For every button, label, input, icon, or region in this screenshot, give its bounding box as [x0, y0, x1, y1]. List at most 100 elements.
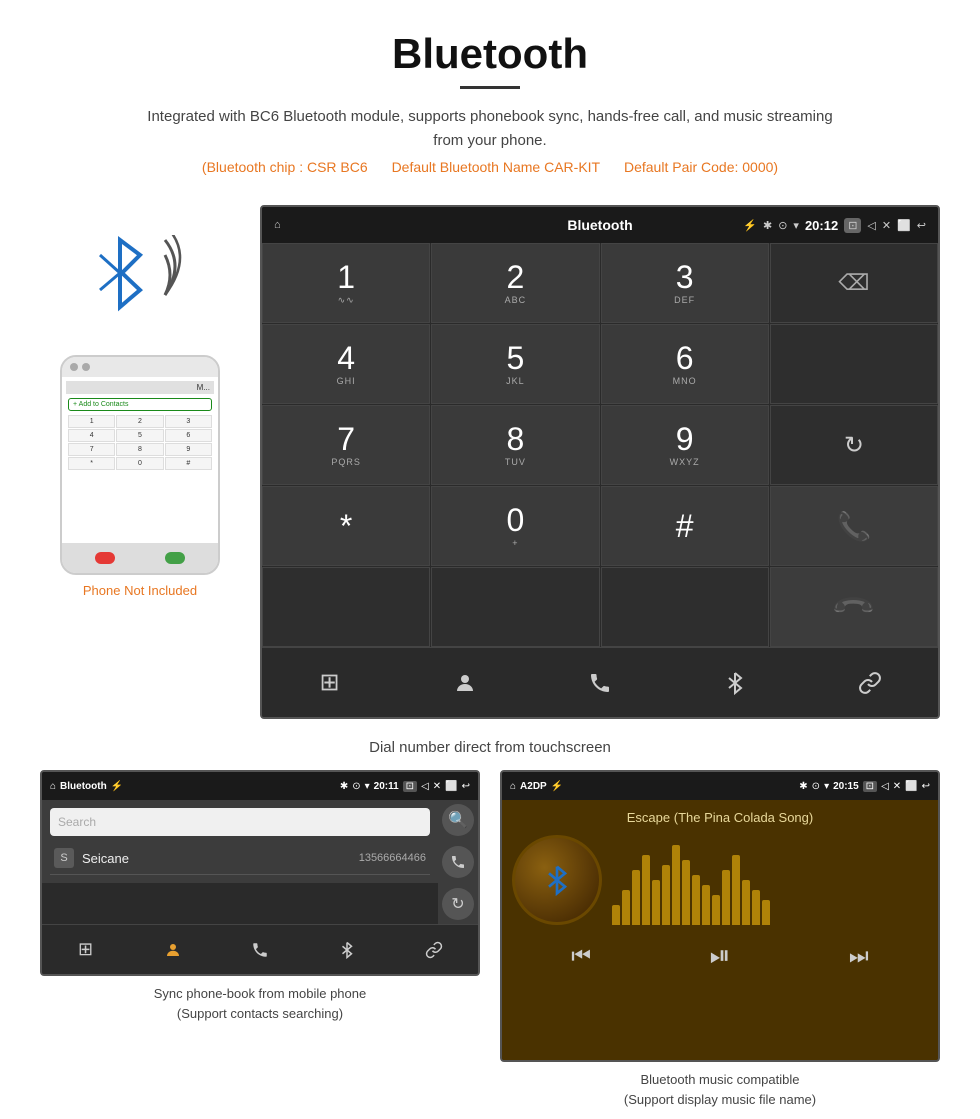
dial-empty-1: [770, 324, 938, 404]
ms-title: A2DP: [520, 781, 547, 792]
pb-back-icon: ↩: [462, 781, 470, 792]
side-reload-btn[interactable]: ↻: [442, 888, 474, 920]
pb-usb-icon: ⚡: [111, 781, 123, 792]
pb-nav-dialpad[interactable]: ⊞: [42, 925, 129, 974]
status-time: 20:12: [805, 218, 838, 233]
visualizer-bar: [752, 890, 760, 925]
reload-icon: ↻: [844, 431, 864, 460]
phonebook-list: S Seicane 13566664466: [50, 842, 430, 875]
play-pause-btn[interactable]: ⏯: [710, 940, 731, 972]
dial-key-9[interactable]: 9 WXYZ: [601, 405, 769, 485]
phone-key-1: 1: [68, 415, 115, 428]
dial-key-hash[interactable]: #: [601, 486, 769, 566]
status-bar: ⌂ Bluetooth ⚡ ✱ ⊙ ▾ 20:12 ⊡ ◁ ✕ ⬜ ↩: [262, 207, 938, 243]
usb-icon: ⚡: [743, 219, 757, 232]
visualizer-bar: [632, 870, 640, 925]
pb-status-left: ⌂ Bluetooth ⚡: [50, 781, 257, 792]
visualizer-bar: [612, 905, 620, 925]
ms-window-icon: ⬜: [905, 781, 917, 792]
dial-bottom-nav: ⊞: [262, 647, 938, 717]
signal-icon: ▾: [793, 219, 799, 232]
prev-btn[interactable]: ⏮: [571, 943, 591, 969]
bt-status-icon: ✱: [763, 219, 772, 232]
dial-empty-4: [601, 567, 769, 647]
nav-dialpad-icon[interactable]: ⊞: [262, 648, 397, 717]
header-description: Integrated with BC6 Bluetooth module, su…: [140, 105, 840, 153]
header-divider: [460, 86, 520, 89]
pb-home-icon: ⌂: [50, 781, 56, 792]
ms-loc-icon: ⊙: [812, 781, 820, 792]
ms-status-left: ⌂ A2DP ⚡: [510, 781, 717, 792]
pb-nav-contacts[interactable]: [129, 925, 216, 974]
page-header: Bluetooth Integrated with BC6 Bluetooth …: [0, 0, 980, 195]
music-album-area: [512, 835, 928, 925]
contact-number: 13566664466: [359, 852, 426, 864]
phone-key-5: 5: [116, 429, 163, 442]
pb-signal-icon: ▾: [365, 781, 370, 792]
phone-top-bar: [62, 357, 218, 377]
contact-letter: S: [54, 848, 74, 868]
nav-phone-icon[interactable]: [532, 648, 667, 717]
dial-key-star[interactable]: *: [262, 486, 430, 566]
home-icon: ⌂: [274, 219, 281, 231]
visualizer-bar: [682, 860, 690, 925]
header-specs: (Bluetooth chip : CSR BC6 Default Blueto…: [20, 159, 960, 175]
pb-cam-icon: ⊡: [403, 781, 417, 792]
phonebook-search-bar[interactable]: Search: [50, 808, 430, 836]
phone-end-btn: [95, 552, 115, 564]
dial-reload-btn[interactable]: ↻: [770, 405, 938, 485]
pb-window-icon: ⬜: [445, 781, 457, 792]
window-icon: ⬜: [897, 219, 911, 232]
dial-grid: 1 ∿∿ 2 ABC 3 DEF ⌫ 4 GHI 5 JKL: [262, 243, 938, 647]
visualizer-bar: [742, 880, 750, 925]
dial-screen: ⌂ Bluetooth ⚡ ✱ ⊙ ▾ 20:12 ⊡ ◁ ✕ ⬜ ↩ 1 ∿∿: [260, 205, 940, 719]
visualizer-bar: [732, 855, 740, 925]
spec-chip: (Bluetooth chip : CSR BC6: [202, 159, 368, 175]
dial-key-7[interactable]: 7 PQRS: [262, 405, 430, 485]
dial-key-4[interactable]: 4 GHI: [262, 324, 430, 404]
phone-screen: M... + Add to Contacts 1 2 3 4 5 6 7 8 9…: [62, 377, 218, 543]
status-right: ⚡ ✱ ⊙ ▾ 20:12 ⊡ ◁ ✕ ⬜ ↩: [633, 218, 926, 233]
ms-cam-icon: ⊡: [863, 781, 877, 792]
side-search-btn[interactable]: 🔍: [442, 804, 474, 836]
phone-mockup: M... + Add to Contacts 1 2 3 4 5 6 7 8 9…: [60, 355, 220, 575]
pb-nav-bt[interactable]: [304, 925, 391, 974]
ms-time: 20:15: [833, 781, 859, 792]
camera-icon: ⊡: [844, 218, 861, 233]
dial-key-5[interactable]: 5 JKL: [431, 324, 599, 404]
visualizer-bar: [642, 855, 650, 925]
pb-time: 20:11: [374, 781, 399, 792]
next-btn[interactable]: ⏭: [849, 943, 869, 969]
ms-status-right: ✱ ⊙ ▾ 20:15 ⊡ ◁ ✕ ⬜ ↩: [723, 781, 930, 792]
bluetooth-logo-icon: [90, 235, 150, 315]
ms-bt-icon: ✱: [799, 781, 807, 792]
visualizer-bar: [692, 875, 700, 925]
dial-key-2[interactable]: 2 ABC: [431, 243, 599, 323]
dial-call-btn[interactable]: 📞: [770, 486, 938, 566]
song-title: Escape (The Pina Colada Song): [627, 810, 813, 825]
dial-key-3[interactable]: 3 DEF: [601, 243, 769, 323]
status-title: Bluetooth: [567, 217, 632, 233]
pb-nav-phone[interactable]: [216, 925, 303, 974]
nav-link-icon[interactable]: [803, 648, 938, 717]
dial-key-1[interactable]: 1 ∿∿: [262, 243, 430, 323]
music-block: ⌂ A2DP ⚡ ✱ ⊙ ▾ 20:15 ⊡ ◁ ✕ ⬜ ↩ Es: [500, 770, 940, 1109]
pb-nav-link[interactable]: [391, 925, 478, 974]
contact-row[interactable]: S Seicane 13566664466: [50, 842, 430, 875]
dial-delete-btn[interactable]: ⌫: [770, 243, 938, 323]
dial-key-8[interactable]: 8 TUV: [431, 405, 599, 485]
side-call-btn[interactable]: [442, 846, 474, 878]
nav-bluetooth-icon[interactable]: [668, 648, 803, 717]
nav-contacts-icon[interactable]: [397, 648, 532, 717]
dial-key-6[interactable]: 6 MNO: [601, 324, 769, 404]
ms-close-icon: ✕: [893, 781, 901, 792]
phone-bottom-bar: [62, 543, 218, 573]
dial-empty-2: [262, 567, 430, 647]
call-icon: 📞: [836, 510, 871, 543]
phone-dot-1: [70, 363, 78, 371]
phone-key-star: *: [68, 457, 115, 470]
end-call-icon: 📞: [830, 583, 878, 631]
dial-key-0[interactable]: 0 +: [431, 486, 599, 566]
dial-end-btn[interactable]: 📞: [770, 567, 938, 647]
main-screen-area: M... + Add to Contacts 1 2 3 4 5 6 7 8 9…: [0, 195, 980, 729]
